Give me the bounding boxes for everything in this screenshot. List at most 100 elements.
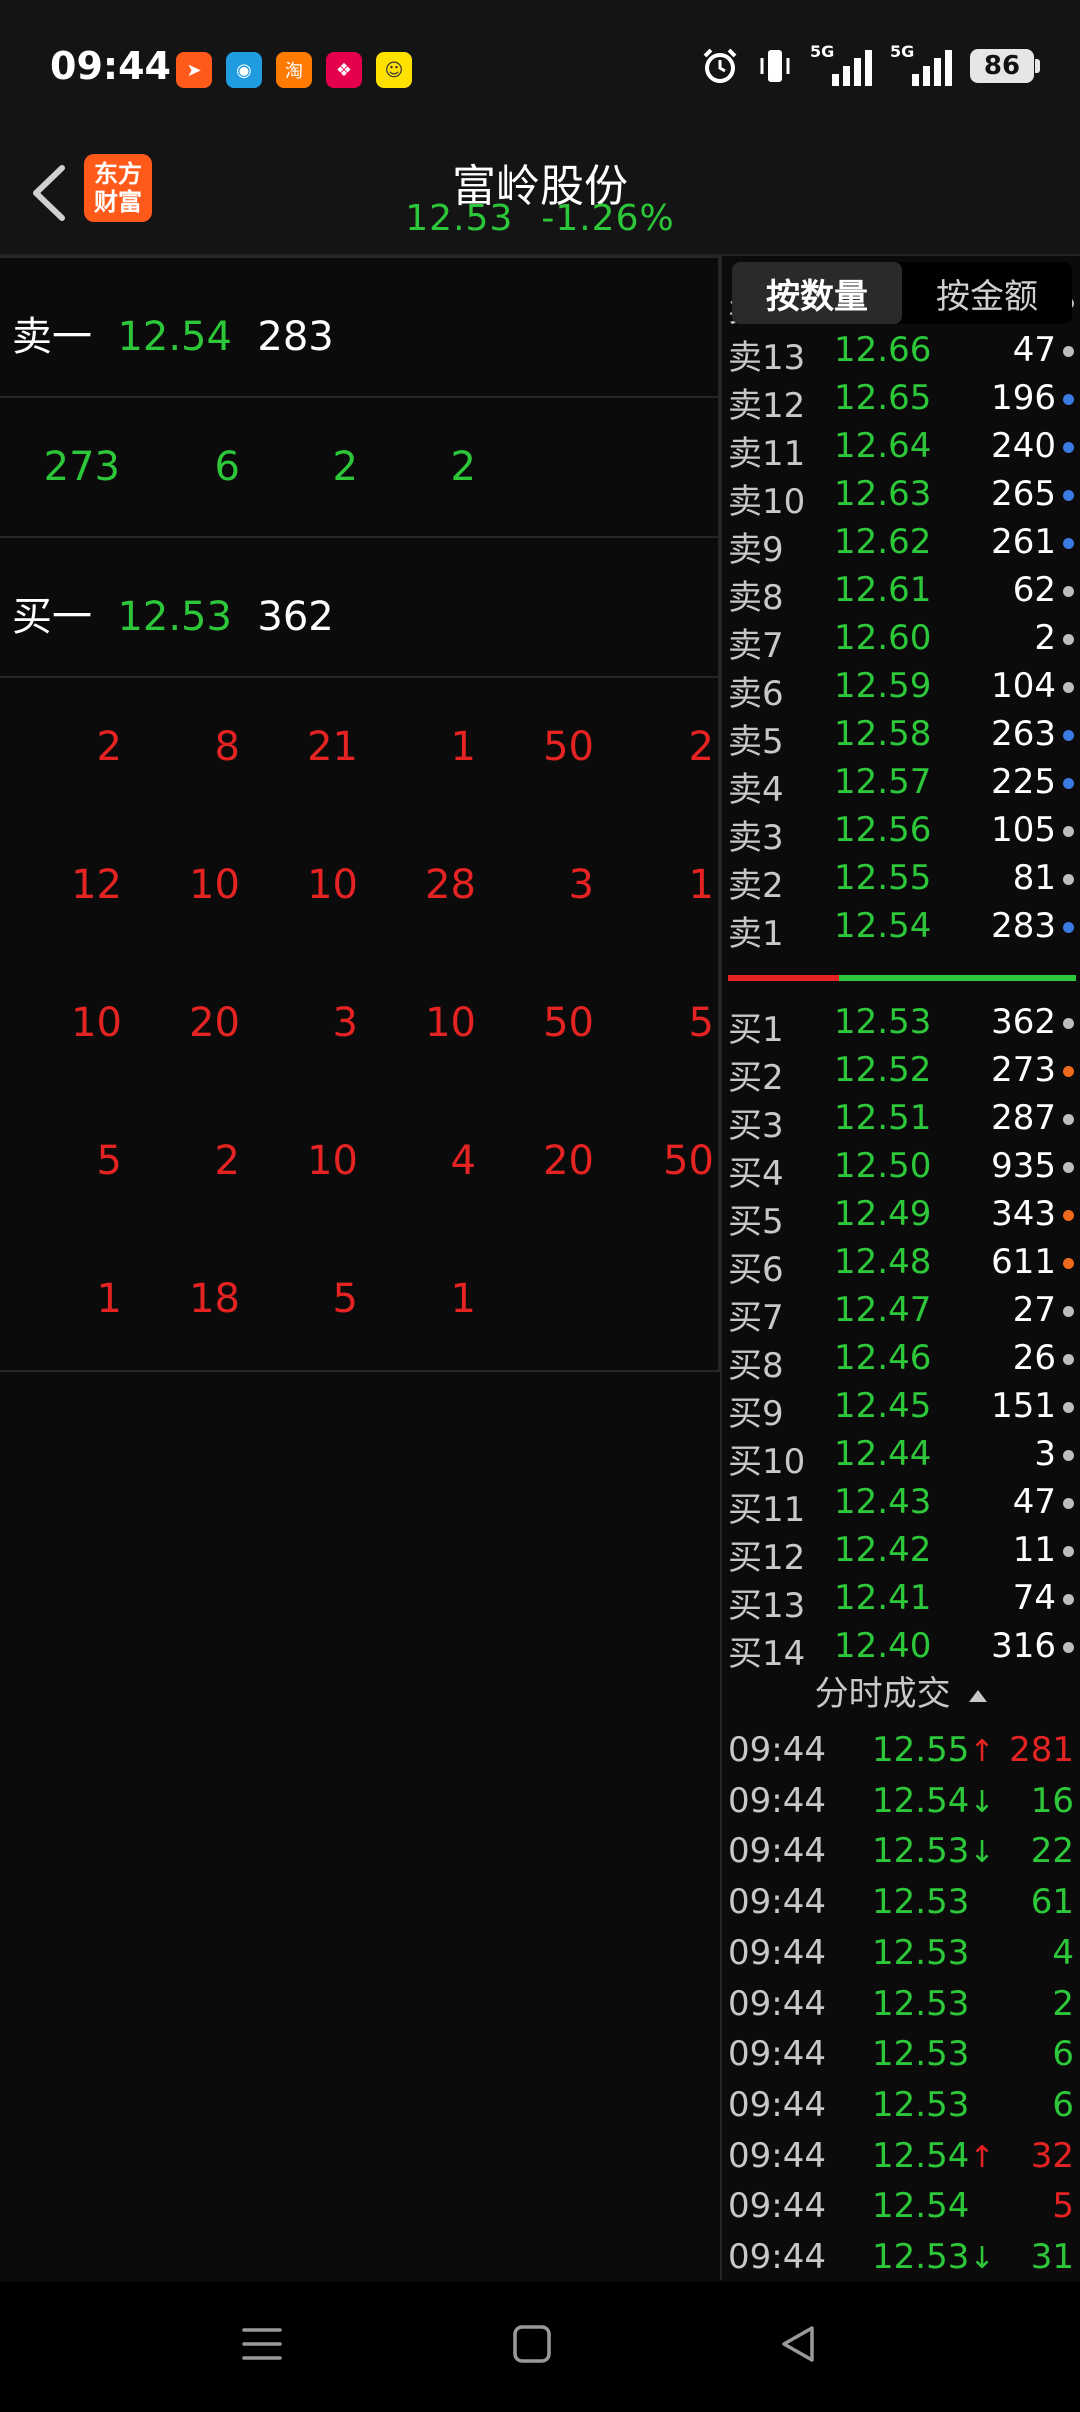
back-icon[interactable] [22,158,82,228]
status-dot-icon [1063,1450,1074,1461]
tick-volume: 32 [1030,2135,1074,2176]
ask-level-row[interactable]: 卖1 12.54 283 [722,902,1080,954]
bid-level-row[interactable]: 买14 12.40 316 [722,1622,1080,1674]
level-price: 12.62 [834,522,932,562]
queue-cell: 2 [332,444,358,490]
status-dot-icon [1063,1162,1074,1173]
tick-row: 09:44 12.53↓ 22 [722,1827,1080,1877]
level-qty: 240 [991,426,1056,466]
bid-level-row[interactable]: 买3 12.51 287 [722,1094,1080,1146]
ticks-title: 分时成交 [814,1674,951,1714]
buy-sell-ratio-bar [728,975,1076,981]
tick-volume: 31 [1030,2237,1074,2277]
ask-level-row[interactable]: 卖13 12.66 47 [722,326,1080,378]
level-qty: 263 [991,714,1056,754]
level-price: 12.49 [834,1194,932,1234]
ask-level-row[interactable]: 卖10 12.63 265 [722,470,1080,522]
ask-level-row[interactable]: 卖12 12.65 196 [722,374,1080,426]
level-label: 卖1 [728,914,784,954]
current-price: 12.53 [405,198,514,239]
queue-cell: 5 [332,1276,358,1322]
level-qty: 265 [991,474,1056,514]
level-price: 12.64 [834,426,932,466]
level-price: 12.52 [834,1050,932,1090]
bid-level-row[interactable]: 买7 12.47 27 [722,1286,1080,1338]
bid-level-row[interactable]: 买11 12.43 47 [722,1478,1080,1530]
level-qty: 273 [991,1050,1056,1090]
sell-one-qty: 283 [257,314,334,360]
queue-cell: 273 [43,444,120,490]
app-logo: 东方 财富 [84,154,152,222]
ask-level-row[interactable]: 卖9 12.62 261 [722,518,1080,570]
level-qty: 26 [1012,1338,1056,1378]
home-icon[interactable] [510,2322,554,2366]
queue-cell: 5 [96,1138,122,1184]
change-percent: -1.26% [541,198,675,239]
bid-level-row[interactable]: 买5 12.49 343 [722,1190,1080,1242]
ask-level-row[interactable]: 卖4 12.57 225 [722,758,1080,810]
status-bar: 09:44 ➤ ◉ 淘 ❖ ☺ 5G 5G 86 [0,0,1080,140]
status-dot-icon [1063,490,1074,501]
tick-time: 09:44 [728,2034,826,2075]
status-dot-icon [1063,1306,1074,1317]
back-nav-icon[interactable] [776,2322,820,2366]
level-label: 卖4 [728,770,784,810]
menu-icon[interactable] [240,2322,284,2366]
queue-cell: 2 [450,444,476,490]
bid-level-row[interactable]: 买12 12.42 11 [722,1526,1080,1578]
ask-level-row[interactable]: 卖7 12.60 2 [722,614,1080,666]
tab-by-amount[interactable]: 按金额 [902,262,1072,324]
system-nav-bar [0,2282,1080,2412]
tick-row: 09:44 12.53 2 [722,1980,1080,2030]
queue-cell: 8 [214,724,240,770]
level-qty: 81 [1012,858,1056,898]
bid-level-row[interactable]: 买2 12.52 273 [722,1046,1080,1098]
status-dot-icon [1063,1210,1074,1221]
level-label: 买7 [728,1298,784,1338]
tick-price: 12.54↑ [872,2135,995,2176]
buy-one-row[interactable]: 买一 12.53 362 [0,538,718,678]
status-dot-icon [1063,394,1074,405]
bid-level-row[interactable]: 买6 12.48 611 [722,1238,1080,1290]
order-book-tabs: 按数量 按金额 [732,262,1072,324]
buy-ratio-segment [728,975,840,981]
ask-level-row[interactable]: 卖6 12.59 104 [722,662,1080,714]
tick-price: 12.53 [872,1932,970,1973]
level-price: 12.45 [834,1386,932,1426]
bid-level-row[interactable]: 买9 12.45 151 [722,1382,1080,1434]
level-label: 买1 [728,1010,784,1050]
queue-cell: 21 [307,724,358,770]
level-price: 12.41 [834,1578,932,1618]
queue-cell: 3 [332,1000,358,1046]
ask-level-row[interactable]: 卖11 12.64 240 [722,422,1080,474]
buy-queue-row: 1 18 5 1 [0,1230,718,1368]
queue-cell: 28 [425,862,476,908]
ask-level-row[interactable]: 卖5 12.58 263 [722,710,1080,762]
tab-by-volume[interactable]: 按数量 [732,262,902,324]
ask-level-row[interactable]: 卖2 12.55 81 [722,854,1080,906]
queue-cell: 1 [450,1276,476,1322]
level-qty: 3 [1034,1434,1056,1474]
level-price: 12.48 [834,1242,932,1282]
bid-level-row[interactable]: 买10 12.44 3 [722,1430,1080,1482]
tick-row: 09:44 12.54↓ 16 [722,1777,1080,1827]
bid-level-row[interactable]: 买13 12.41 74 [722,1574,1080,1626]
tick-volume: 6 [1052,2034,1074,2075]
taobao-icon: 淘 [276,52,312,88]
bid-level-row[interactable]: 买4 12.50 935 [722,1142,1080,1194]
bid-level-row[interactable]: 买8 12.46 26 [722,1334,1080,1386]
bid-level-row[interactable]: 买1 12.53 362 [722,998,1080,1050]
level-qty: 74 [1012,1578,1056,1618]
tick-price: 12.53 [872,2084,970,2125]
buy-one-qty: 362 [257,594,334,640]
level-qty: 362 [991,1002,1056,1042]
level-label: 买2 [728,1058,784,1098]
ask-level-row[interactable]: 卖8 12.61 62 [722,566,1080,618]
ask-level-row[interactable]: 卖3 12.56 105 [722,806,1080,858]
level-label: 卖7 [728,626,784,666]
level-qty: 287 [991,1098,1056,1138]
ticks-header[interactable]: 分时成交 [722,1666,1080,1726]
queue-cell: 50 [663,1138,714,1184]
sell-one-row[interactable]: 卖一 12.54 283 [0,258,718,398]
tick-volume: 16 [1030,1780,1074,1821]
